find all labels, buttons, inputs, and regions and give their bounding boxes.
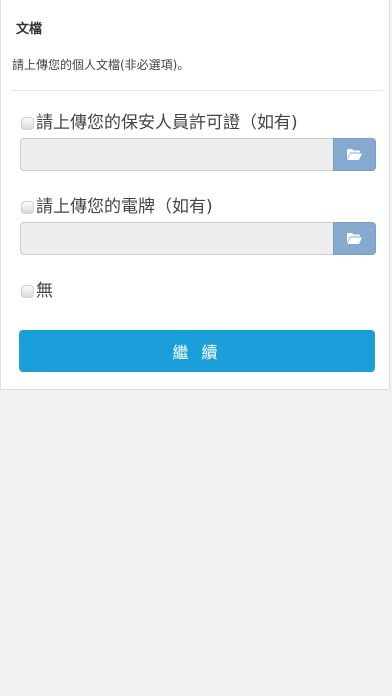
option-none[interactable]: 無 bbox=[21, 281, 53, 301]
security-permit-checkbox[interactable] bbox=[21, 116, 34, 130]
folder-open-icon bbox=[347, 233, 362, 244]
license-plate-upload bbox=[20, 222, 376, 255]
folder-open-icon bbox=[347, 149, 362, 160]
documents-card: 文檔 請上傳您的個人文檔(非必選項)。 請上傳您的保安人員許可證（如有) 請上傳… bbox=[0, 0, 390, 390]
security-permit-browse-button[interactable] bbox=[333, 138, 376, 171]
none-label: 無 bbox=[36, 281, 53, 301]
section-subtitle: 請上傳您的個人文檔(非必選項)。 bbox=[12, 58, 190, 72]
option-license-plate[interactable]: 請上傳您的電牌（如有) bbox=[21, 197, 213, 217]
divider bbox=[12, 90, 382, 91]
security-permit-file-input[interactable] bbox=[20, 138, 333, 171]
continue-button[interactable]: 繼 續 bbox=[19, 330, 375, 372]
license-plate-checkbox[interactable] bbox=[21, 200, 34, 214]
section-title: 文檔 bbox=[16, 22, 43, 37]
option-security-permit[interactable]: 請上傳您的保安人員許可證（如有) bbox=[21, 113, 298, 133]
security-permit-label: 請上傳您的保安人員許可證（如有) bbox=[36, 113, 298, 133]
license-plate-label: 請上傳您的電牌（如有) bbox=[36, 197, 213, 217]
none-checkbox[interactable] bbox=[21, 284, 34, 298]
license-plate-file-input[interactable] bbox=[20, 222, 333, 255]
license-plate-browse-button[interactable] bbox=[333, 222, 376, 255]
security-permit-upload bbox=[20, 138, 376, 171]
